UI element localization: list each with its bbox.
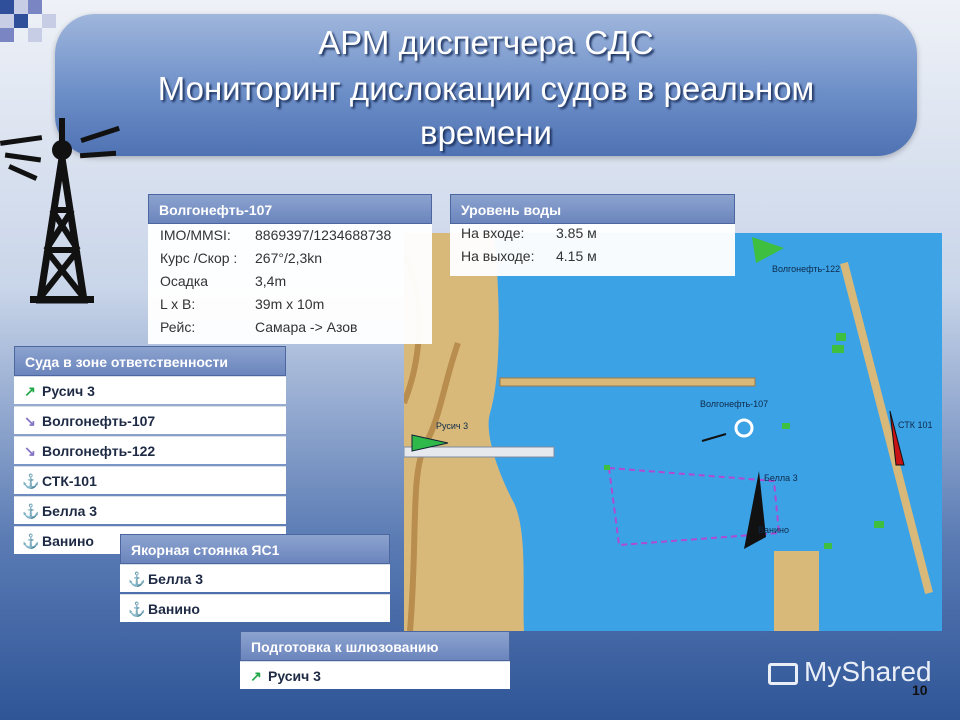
anchorage-panel-header[interactable]: Якорная стоянка ЯС1: [120, 534, 390, 564]
dock: [774, 551, 819, 631]
list-item[interactable]: ⚓ СТК-101: [14, 466, 286, 494]
anchor-icon: ⚓: [22, 503, 40, 519]
corner-square: [28, 28, 42, 42]
vessel-field-label: L x B:: [160, 296, 196, 312]
vessel-name: Русич 3: [268, 668, 321, 684]
vessel-field-value: 39m x 10m: [255, 296, 325, 312]
water-level-value: 3.85 м: [556, 225, 597, 241]
water-level-label: На выходе:: [461, 248, 535, 264]
anchor-icon: ⚓: [22, 533, 40, 549]
title-banner: АРМ диспетчера СДС Мониторинг дислокации…: [55, 14, 917, 156]
page-number: 10: [912, 682, 928, 698]
vessel-card: IMO/MMSI: 8869397/1234688738 Курс /Скор …: [148, 224, 432, 344]
vessel-name: Волгонефть-122: [42, 443, 156, 459]
list-item[interactable]: ⚓ Белла 3: [120, 564, 390, 592]
purple-arrow-icon: ↘: [24, 413, 36, 429]
vessel-name: Ванино: [42, 533, 94, 549]
vessel-field-label: Рейс:: [160, 319, 196, 335]
vessel-name: Белла 3: [42, 503, 98, 519]
list-item[interactable]: ↗ Русич 3: [14, 376, 286, 404]
vessel-field-label: Курс /Скор :: [160, 250, 238, 266]
corner-square: [0, 0, 14, 14]
corner-square: [28, 0, 42, 14]
vessel-name: СТК-101: [42, 473, 97, 489]
water-level-card: На входе: 3.85 м На выходе: 4.15 м: [450, 224, 735, 276]
corner-square: [0, 28, 14, 42]
water-level-header[interactable]: Уровень воды: [450, 194, 735, 224]
page-title: АРМ диспетчера СДС: [318, 24, 654, 61]
list-item[interactable]: ↘ Волгонефть-122: [14, 436, 286, 464]
green-arrow-icon: ↗: [24, 383, 36, 399]
map-label-rusich-3: Русич 3: [436, 421, 469, 431]
vessel-field-value: Самара -> Азов: [255, 319, 358, 335]
map-label-volgoneft-107: Волгонефть-107: [700, 399, 769, 409]
corner-square: [42, 14, 56, 28]
list-item[interactable]: ↘ Волгонефть-107: [14, 406, 286, 434]
vessel-field-value: 8869397/1234688738: [255, 227, 392, 243]
vessel-field-value: 3,4m: [255, 273, 287, 289]
list-item[interactable]: ⚓ Ванино: [120, 594, 390, 622]
anchor-icon: ⚓: [128, 571, 146, 587]
watermark-logo: MyShared: [768, 656, 932, 688]
vessel-name: Ванино: [148, 601, 200, 617]
purple-arrow-icon: ↘: [24, 443, 36, 459]
water-level-label: На входе:: [461, 225, 525, 241]
map-label-volgoneft-122: Волгонефть-122: [772, 264, 841, 274]
heading-line: [701, 433, 727, 442]
vessel-name: Белла 3: [148, 571, 204, 587]
water-level-value: 4.15 м: [556, 248, 597, 264]
page-subtitle-cont: времени: [420, 114, 552, 151]
vessel-card-header[interactable]: Волгонефть-107: [148, 194, 432, 224]
list-item[interactable]: ↗ Русич 3: [240, 661, 510, 689]
vessel-field-label: IMO/MMSI:: [160, 227, 231, 243]
buoy-markers: [604, 333, 884, 549]
selected-vessel-marker[interactable]: [734, 418, 754, 438]
vessel-name: Волгонефть-107: [42, 413, 156, 429]
lock-gate: [404, 446, 555, 458]
corner-square: [14, 14, 28, 28]
ship-volgoneft-122[interactable]: [752, 237, 784, 263]
lock-panel-header[interactable]: Подготовка к шлюзованию: [240, 631, 510, 661]
anchor-icon: ⚓: [128, 601, 146, 617]
list-item[interactable]: ⚓ Белла 3: [14, 496, 286, 524]
vessel-name: Русич 3: [42, 383, 95, 399]
corner-square: [14, 0, 28, 14]
vessel-map[interactable]: Волгонефть-122 Волгонефть-107 Русич 3 Бе…: [404, 233, 942, 631]
map-label-vanino: Ванино: [758, 525, 789, 535]
radio-tower-icon: [0, 118, 120, 304]
pier: [499, 377, 756, 387]
monitor-icon: [768, 662, 798, 685]
zone-panel-header[interactable]: Суда в зоне ответственности: [14, 346, 286, 376]
map-label-stk-101: СТК 101: [898, 420, 933, 430]
anchor-icon: ⚓: [22, 473, 40, 489]
corner-square: [0, 14, 14, 28]
ship-bella-3[interactable]: [744, 471, 766, 549]
vessel-field-value: 267°/2,3kn: [255, 250, 323, 266]
vessel-field-label: Осадка: [160, 273, 209, 289]
page-subtitle: Мониторинг дислокации судов в реальном: [157, 70, 815, 107]
map-label-bella-3: Белла 3: [764, 473, 798, 483]
green-arrow-icon: ↗: [250, 668, 262, 684]
